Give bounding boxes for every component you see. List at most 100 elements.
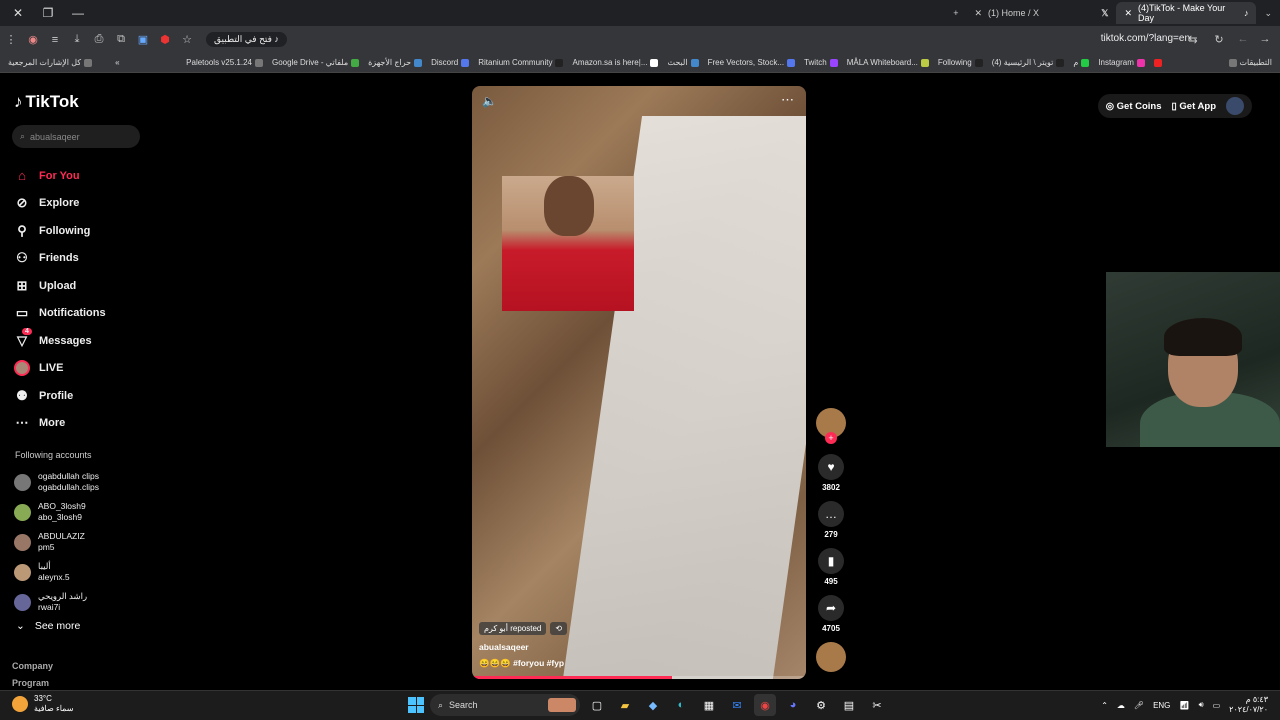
volume-icon[interactable]: 🔊︎: [1199, 700, 1204, 710]
bookmark-star-icon[interactable]: ☆: [176, 29, 198, 51]
cast-icon[interactable]: ▣: [132, 29, 154, 51]
windows-start-icon[interactable]: [408, 697, 424, 713]
copilot-icon[interactable]: ◆: [642, 694, 664, 716]
outlook-icon[interactable]: ✉: [726, 694, 748, 716]
footer-program-link[interactable]: Program: [12, 678, 49, 688]
sidebar-item-live[interactable]: LIVE: [14, 355, 106, 383]
queue-icon[interactable]: ≡: [44, 29, 66, 51]
sidebar-item-upload[interactable]: ⊞ Upload: [14, 272, 106, 300]
bookmark-item[interactable]: Discord: [431, 58, 470, 67]
following-account[interactable]: أليبا aleynx.5: [14, 557, 99, 587]
creator-avatar[interactable]: +: [816, 408, 846, 444]
new-tab-button[interactable]: +: [945, 2, 966, 24]
following-account[interactable]: ogabdullah clips ogabdullah.clips: [14, 467, 99, 497]
search-input[interactable]: ⌕ abualsaqeer: [12, 125, 140, 148]
wifi-icon[interactable]: 📶︎: [1179, 701, 1189, 710]
follow-plus-icon[interactable]: +: [825, 432, 837, 444]
sidebar-item-messages[interactable]: ▽ 4 Messages: [14, 327, 106, 355]
profile-avatar[interactable]: [1226, 97, 1244, 115]
like-button[interactable]: ♥ 3802: [816, 454, 846, 492]
tab-menu-icon[interactable]: ⌄: [1256, 2, 1280, 24]
bookmark-item[interactable]: حراج الأجهزة: [368, 58, 423, 67]
get-coins-button[interactable]: ◎ Get Coins: [1106, 101, 1162, 112]
epic-games-icon[interactable]: ▤: [838, 694, 860, 716]
restore-window-icon[interactable]: ❐: [34, 2, 62, 24]
language-indicator[interactable]: ENG: [1153, 701, 1170, 710]
bookmark-item[interactable]: Free Vectors, Stock...: [708, 58, 796, 67]
comment-button[interactable]: … 279: [816, 501, 846, 539]
following-account[interactable]: ABDULAZIZ pm5: [14, 527, 99, 557]
snipping-tool-icon[interactable]: ✂: [866, 694, 888, 716]
open-in-app-button[interactable]: فتح في التطبيق ♪: [206, 32, 287, 47]
sidebar-item-following[interactable]: ⚲ Following: [14, 217, 106, 245]
discord-icon[interactable]: ◕: [782, 694, 804, 716]
onedrive-icon[interactable]: ☁: [1117, 701, 1125, 710]
following-account[interactable]: راشد الرويحي rwai7i: [14, 587, 99, 617]
music-disc-avatar[interactable]: [816, 642, 846, 672]
tab-tiktok[interactable]: ✕ (4)TikTok - Make Your Day ♪: [1116, 2, 1257, 24]
save-button[interactable]: ▮ 495: [816, 548, 846, 586]
clock[interactable]: ٥:٤٣ م ٢٠٢٤/٠٧/٢٠: [1229, 695, 1268, 715]
tab-home-x[interactable]: ✕ (1) Home / X 𝕏: [966, 2, 1116, 24]
share-button[interactable]: ➦ 4705: [816, 595, 846, 633]
sidebar-item-more[interactable]: ⋯ More: [14, 410, 106, 438]
sidebar-item-friends[interactable]: ⚇ Friends: [14, 245, 106, 273]
tray-overflow-icon[interactable]: ⌃: [1101, 701, 1108, 710]
get-app-button[interactable]: ▯ Get App: [1172, 101, 1216, 112]
ublock-icon[interactable]: ⬢: [154, 29, 176, 51]
all-bookmarks-button[interactable]: كل الإشارات المرجعية «: [8, 58, 120, 67]
bookmark-item[interactable]: (4) تويتر \ الرئيسية: [992, 58, 1065, 67]
weather-widget[interactable]: 33°C سماء صافية: [12, 694, 74, 714]
menu-dots-icon[interactable]: ⋮: [0, 29, 22, 51]
task-view-icon[interactable]: ▢: [586, 694, 608, 716]
battery-icon[interactable]: ▭: [1213, 701, 1221, 710]
bookmark-item[interactable]: م: [1073, 58, 1090, 67]
edge-icon[interactable]: ◐: [670, 694, 692, 716]
screenshot-icon[interactable]: ⎙: [88, 29, 110, 51]
back-icon[interactable]: →: [1254, 28, 1276, 50]
minimize-window-icon[interactable]: —: [64, 2, 92, 24]
footer-company-link[interactable]: Company: [12, 661, 53, 671]
bookmark-item[interactable]: MÅLA Whiteboard...: [847, 58, 929, 67]
bookmark-item[interactable]: Following: [938, 58, 983, 67]
download-icon[interactable]: ⤓: [66, 29, 88, 51]
bookmark-item[interactable]: Google Drive - ملفاتي: [272, 58, 360, 67]
sidebar-item-profile[interactable]: ⚉ Profile: [14, 382, 106, 410]
close-window-icon[interactable]: ✕: [4, 2, 32, 24]
reload-icon[interactable]: ↻: [1208, 28, 1230, 50]
repost-label: أبو كرم reposted ⟲: [479, 622, 568, 635]
apps-bookmark[interactable]: التطبيقات: [1228, 58, 1272, 67]
bookmark-item[interactable]: Paletools v25.1.24: [186, 58, 263, 67]
bookmark-item[interactable]: Twitch: [804, 58, 838, 67]
settings-icon[interactable]: ⚙: [810, 694, 832, 716]
bookmark-item[interactable]: Instagram: [1098, 58, 1145, 67]
bookmark-item[interactable]: البحث: [667, 58, 699, 67]
address-bar[interactable]: tiktok.com/?lang=en: [1101, 33, 1190, 44]
extension-icon[interactable]: ◉: [22, 29, 44, 51]
sidebar-item-notifications[interactable]: ▭ Notifications: [14, 300, 106, 328]
video-more-icon[interactable]: ⋯: [781, 92, 794, 108]
video-progress-bar[interactable]: [472, 676, 806, 679]
chrome-icon[interactable]: ◉: [754, 694, 776, 716]
see-more-button[interactable]: ⌄ See more: [16, 620, 80, 632]
close-tab-icon[interactable]: ✕: [974, 8, 982, 19]
store-icon[interactable]: ▦: [698, 694, 720, 716]
file-explorer-icon[interactable]: ▰: [614, 694, 636, 716]
extensions-icon[interactable]: ⧉: [110, 29, 132, 51]
bookmarks-bar: كل الإشارات المرجعية « Paletools v25.1.2…: [0, 53, 1280, 73]
volume-icon[interactable]: 🔈: [482, 94, 497, 108]
bookmark-item[interactable]: Ritanium Community: [478, 58, 564, 67]
forward-icon[interactable]: ←: [1232, 28, 1254, 50]
following-account[interactable]: ABO_3losh9 abo_3losh9: [14, 497, 99, 527]
youtube-bookmark-icon[interactable]: [1153, 58, 1162, 67]
close-tab-icon[interactable]: ✕: [1124, 8, 1132, 19]
video-player[interactable]: 🔈 ⋯ أبو كرم reposted ⟲ abualsaqeer 😄😄😄 #f…: [472, 86, 806, 679]
sidebar-item-for-you[interactable]: ⌂ For You: [14, 162, 106, 190]
microphone-icon[interactable]: 🎤︎: [1134, 701, 1144, 710]
bookmark-item[interactable]: Amazon.sa is here|...: [572, 58, 659, 67]
tiktok-logo[interactable]: ♪ TikTok: [14, 92, 79, 112]
video-author[interactable]: abualsaqeer: [479, 642, 529, 652]
sidebar-item-explore[interactable]: ⊘ Explore: [14, 190, 106, 218]
translate-icon[interactable]: ⇆: [1182, 28, 1204, 50]
taskbar-search[interactable]: ⌕ Search: [430, 694, 580, 716]
